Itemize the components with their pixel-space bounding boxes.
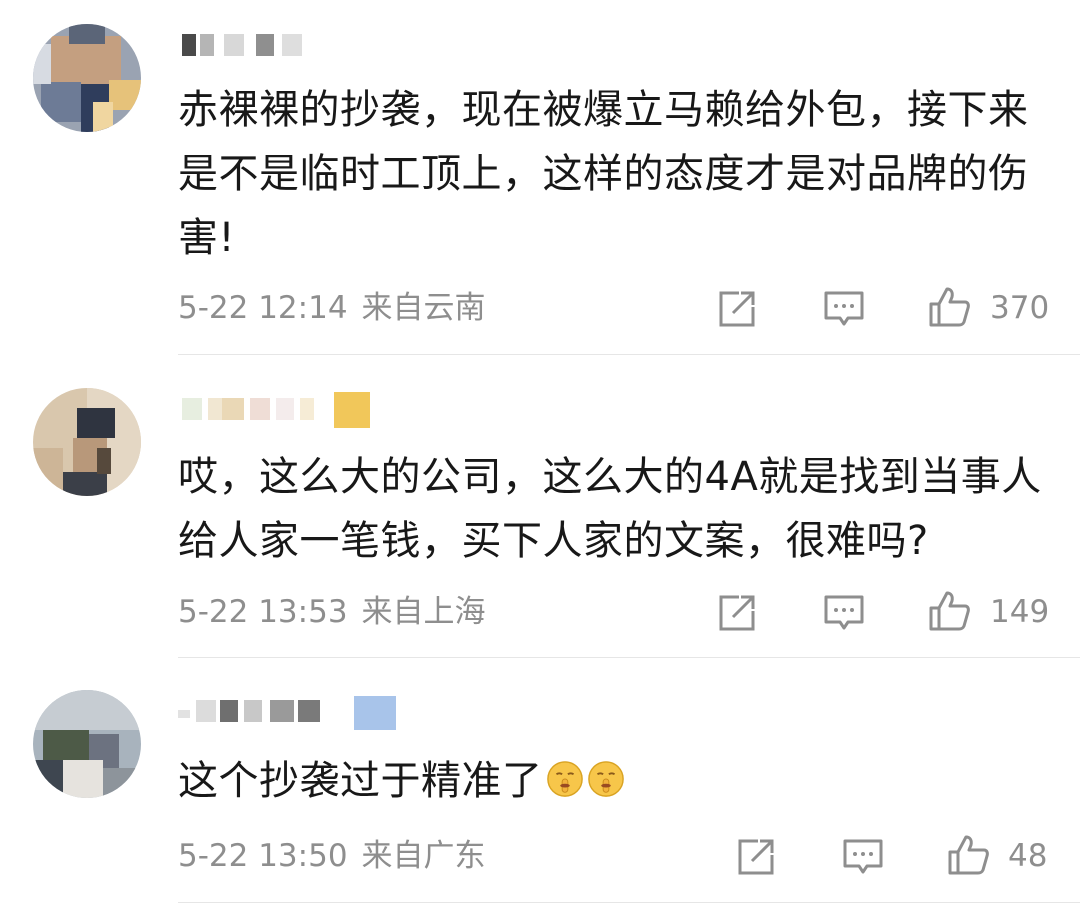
comment-location: 来自广东 [361, 838, 486, 874]
comment-icon[interactable] [841, 835, 885, 879]
username-redacted[interactable] [178, 694, 408, 730]
shushing-face-emoji [587, 761, 624, 797]
share-icon[interactable] [715, 287, 759, 331]
blurred-avatar-image [33, 388, 141, 496]
username-redacted[interactable] [178, 28, 318, 62]
comment-text: 赤裸裸的抄袭，现在被爆立马赖给外包，接下来是不是临时工顶上，这样的态度才是对品牌… [178, 87, 1029, 261]
divider [178, 902, 1080, 903]
comment-meta: 5-22 12:14 来自云南 [178, 288, 486, 328]
shushing-face-emoji [546, 761, 583, 797]
comment-location: 来自云南 [361, 290, 486, 326]
username-redacted[interactable] [178, 392, 378, 428]
like-count: 48 [1008, 838, 1048, 874]
comment-text: 这个抄袭过于精准了 [178, 749, 1048, 813]
comment-text-body: 这个抄袭过于精准了 [178, 758, 543, 804]
comment-icon[interactable] [822, 591, 866, 635]
like-count: 149 [990, 594, 1050, 630]
like-count: 370 [990, 290, 1050, 326]
blurred-avatar-image [33, 690, 141, 798]
comment-date: 5-22 13:53 [178, 594, 348, 630]
comment-meta: 5-22 13:50 来自广东 [178, 836, 486, 876]
like-icon[interactable] [927, 285, 971, 329]
avatar[interactable] [33, 24, 141, 132]
share-icon[interactable] [734, 835, 778, 879]
comment-location: 来自上海 [361, 594, 486, 630]
blurred-avatar-image [33, 24, 141, 132]
comment-date: 5-22 13:50 [178, 838, 348, 874]
comment-icon[interactable] [822, 287, 866, 331]
like-icon[interactable] [946, 833, 990, 877]
divider [178, 657, 1080, 658]
share-icon[interactable] [715, 591, 759, 635]
like-icon[interactable] [927, 589, 971, 633]
comment-text: 哎，这么大的公司，这么大的4A就是找到当事人给人家一笔钱，买下人家的文案，很难吗… [178, 454, 1042, 564]
avatar[interactable] [33, 690, 141, 798]
divider [178, 354, 1080, 355]
comment-meta: 5-22 13:53 来自上海 [178, 592, 486, 632]
comment-list: 赤裸裸的抄袭，现在被爆立马赖给外包，接下来是不是临时工顶上，这样的态度才是对品牌… [0, 0, 1080, 910]
avatar[interactable] [33, 388, 141, 496]
comment-date: 5-22 12:14 [178, 290, 348, 326]
